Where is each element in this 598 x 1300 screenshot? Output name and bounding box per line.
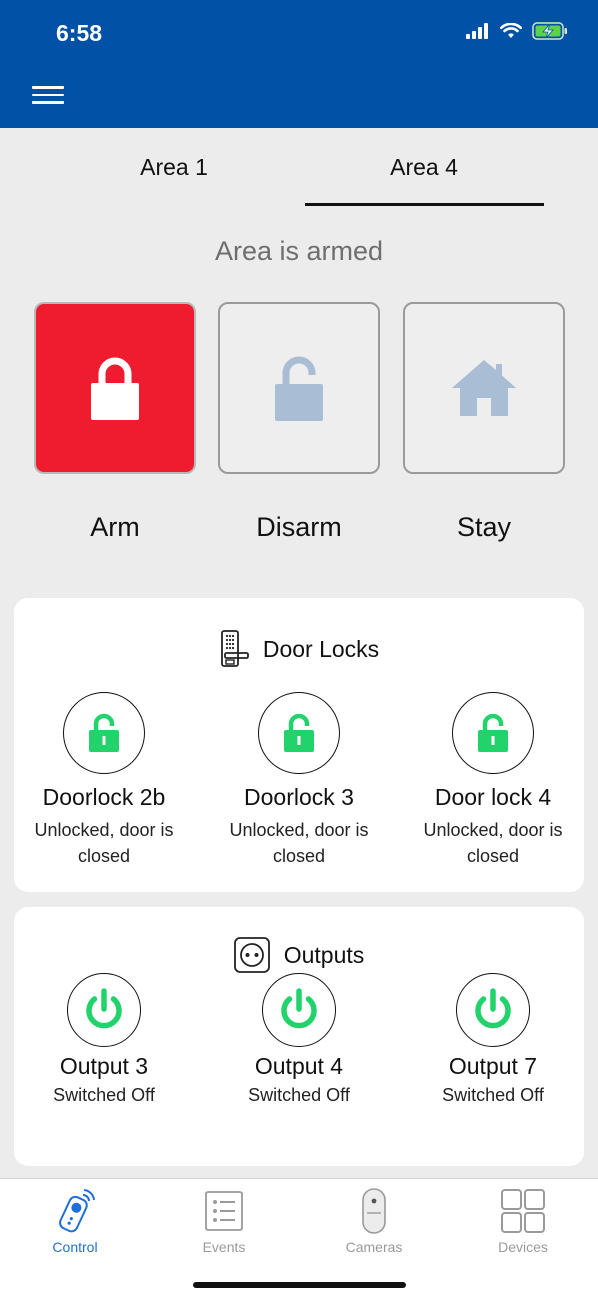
output-item[interactable]: Output 4 Switched Off: [204, 973, 394, 1108]
nav-events[interactable]: Events: [164, 1187, 284, 1255]
door-locks-title: Door Locks: [262, 635, 380, 662]
doorlock-status-button[interactable]: [63, 692, 145, 774]
doorlock-name: Door lock 4: [434, 784, 552, 810]
output-toggle-button[interactable]: [67, 973, 141, 1047]
doorlock-name: Doorlock 3: [244, 784, 354, 810]
power-icon: [475, 988, 511, 1029]
nav-events-label: Events: [202, 1239, 246, 1255]
output-item[interactable]: Output 3 Switched Off: [9, 973, 199, 1108]
tab-area-4[interactable]: Area 4: [304, 154, 544, 181]
nav-control-label: Control: [52, 1239, 98, 1255]
doorlock-item[interactable]: Doorlock 2b Unlocked, door is closed: [9, 692, 199, 869]
doorlock-item[interactable]: Door lock 4 Unlocked, door is closed: [398, 692, 588, 869]
nav-devices-label: Devices: [498, 1239, 548, 1255]
doorlock-item[interactable]: Doorlock 3 Unlocked, door is closed: [204, 692, 394, 869]
output-item[interactable]: Output 7 Switched Off: [398, 973, 588, 1108]
tab-area-1[interactable]: Area 1: [54, 154, 294, 181]
socket-icon: [233, 937, 270, 973]
doorlock-name: Doorlock 2b: [42, 784, 166, 810]
output-name: Output 4: [254, 1053, 344, 1079]
door-locks-card: Door Locks Doorlock 2b Unlocked, door is…: [14, 598, 584, 892]
output-toggle-button[interactable]: [262, 973, 336, 1047]
arm-button[interactable]: [34, 302, 196, 474]
doorlock-state: Unlocked, door is closed: [423, 820, 563, 866]
output-toggle-button[interactable]: [456, 973, 530, 1047]
status-time: 6:58: [56, 20, 103, 46]
power-icon: [281, 988, 317, 1029]
unlocked-icon: [284, 713, 314, 752]
disarm-label: Disarm: [256, 512, 342, 542]
door-lock-icon: [220, 630, 249, 667]
doorlock-status-button[interactable]: [452, 692, 534, 774]
battery-charging-icon: [532, 22, 567, 40]
remote-control-icon: [59, 1189, 95, 1233]
devices-grid-icon: [501, 1189, 545, 1233]
output-name: Output 3: [59, 1053, 149, 1079]
unlocked-icon: [89, 713, 119, 752]
wifi-icon: [500, 23, 522, 38]
doorlock-state: Unlocked, door is closed: [34, 820, 174, 866]
signal-icon: [466, 23, 488, 39]
nav-cameras-label: Cameras: [345, 1239, 403, 1255]
disarm-button[interactable]: [218, 302, 380, 474]
output-state: Switched Off: [442, 1085, 544, 1105]
outputs-card: Outputs Output 3 Switched Off Output 4 S…: [14, 907, 584, 1166]
doorlock-state: Unlocked, door is closed: [229, 820, 369, 866]
lock-icon: [91, 357, 139, 420]
home-indicator[interactable]: [193, 1282, 406, 1288]
arm-label: Arm: [90, 512, 140, 542]
events-list-icon: [205, 1191, 243, 1231]
outputs-title: Outputs: [283, 941, 365, 968]
power-icon: [86, 988, 122, 1029]
unlock-icon: [275, 356, 323, 421]
door-locks-header: Door Locks: [14, 630, 584, 668]
stay-button[interactable]: [403, 302, 565, 474]
home-icon: [452, 360, 516, 416]
nav-control[interactable]: Control: [15, 1187, 135, 1255]
outputs-header: Outputs: [14, 937, 584, 973]
menu-icon[interactable]: [32, 86, 64, 106]
output-state: Switched Off: [248, 1085, 350, 1105]
nav-cameras[interactable]: Cameras: [314, 1187, 434, 1255]
doorlock-status-button[interactable]: [258, 692, 340, 774]
status-icons: [466, 22, 568, 40]
nav-devices[interactable]: Devices: [463, 1187, 583, 1255]
area-status-text: Area is armed: [214, 236, 384, 266]
output-name: Output 7: [448, 1053, 538, 1079]
unlocked-icon: [478, 713, 508, 752]
camera-icon: [362, 1188, 386, 1234]
output-state: Switched Off: [53, 1085, 155, 1105]
stay-label: Stay: [456, 512, 512, 542]
area-tabs: Area 1 Area 4: [0, 128, 598, 208]
active-tab-indicator: [305, 203, 544, 206]
app-header: 6:58: [0, 0, 598, 128]
